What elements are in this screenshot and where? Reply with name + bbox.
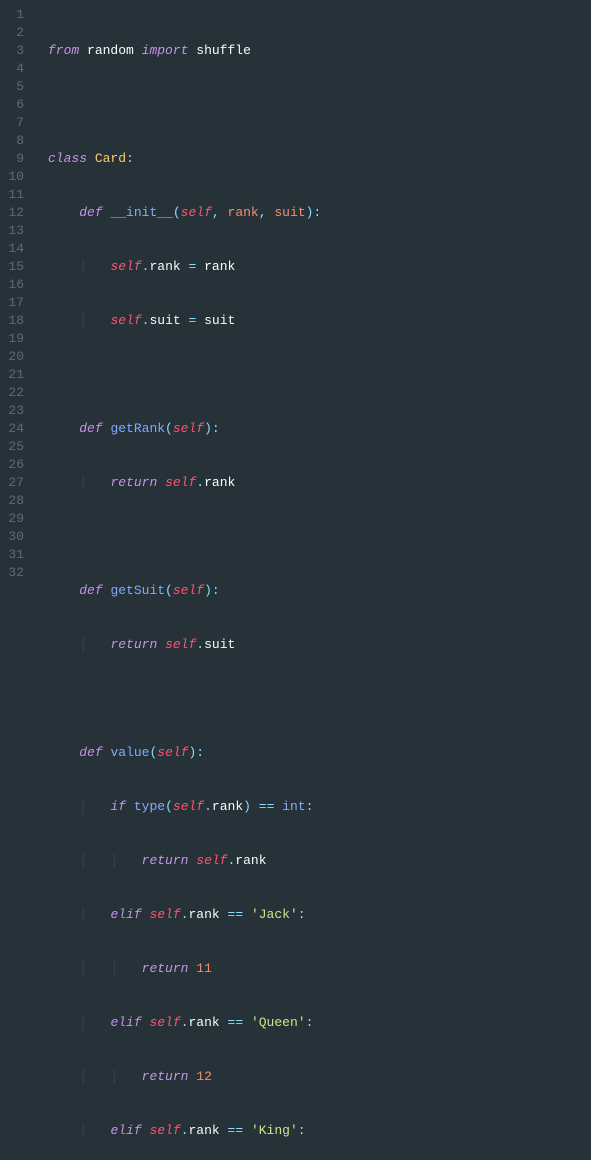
line-number: 31: [0, 546, 24, 564]
code-line: │ │ return self.rank: [48, 852, 591, 870]
line-number: 21: [0, 366, 24, 384]
line-number: 14: [0, 240, 24, 258]
line-number: 25: [0, 438, 24, 456]
line-number: 26: [0, 456, 24, 474]
line-number: 27: [0, 474, 24, 492]
line-number: 15: [0, 258, 24, 276]
code-line: def __init__(self, rank, suit):: [48, 204, 591, 222]
line-number: 10: [0, 168, 24, 186]
code-line: │ │ return 11: [48, 960, 591, 978]
line-number: 29: [0, 510, 24, 528]
code-line: │ elif self.rank == 'Jack':: [48, 906, 591, 924]
code-line: │ self.suit = suit: [48, 312, 591, 330]
line-number: 5: [0, 78, 24, 96]
code-line: │ return self.suit: [48, 636, 591, 654]
code-line: def value(self):: [48, 744, 591, 762]
code-line: [48, 528, 591, 546]
line-number: 4: [0, 60, 24, 78]
line-number: 6: [0, 96, 24, 114]
line-number: 17: [0, 294, 24, 312]
code-editor[interactable]: 1234567891011121314151617181920212223242…: [0, 0, 591, 580]
line-number: 13: [0, 222, 24, 240]
line-number: 18: [0, 312, 24, 330]
line-number: 2: [0, 24, 24, 42]
line-number: 8: [0, 132, 24, 150]
line-number: 11: [0, 186, 24, 204]
code-line: │ if type(self.rank) == int:: [48, 798, 591, 816]
code-line: [48, 366, 591, 384]
line-number: 28: [0, 492, 24, 510]
code-area[interactable]: from random import shuffle class Card: d…: [32, 0, 591, 580]
line-number: 24: [0, 420, 24, 438]
line-number: 7: [0, 114, 24, 132]
code-line: [48, 96, 591, 114]
code-line: class Card:: [48, 150, 591, 168]
line-number-gutter: 1234567891011121314151617181920212223242…: [0, 0, 32, 580]
code-line: │ self.rank = rank: [48, 258, 591, 276]
line-number: 16: [0, 276, 24, 294]
code-line: def getRank(self):: [48, 420, 591, 438]
line-number: 1: [0, 6, 24, 24]
code-line: │ return self.rank: [48, 474, 591, 492]
line-number: 30: [0, 528, 24, 546]
line-number: 23: [0, 402, 24, 420]
code-line: │ elif self.rank == 'Queen':: [48, 1014, 591, 1032]
line-number: 19: [0, 330, 24, 348]
line-number: 22: [0, 384, 24, 402]
code-line: from random import shuffle: [48, 42, 591, 60]
line-number: 32: [0, 564, 24, 582]
line-number: 12: [0, 204, 24, 222]
line-number: 9: [0, 150, 24, 168]
line-number: 3: [0, 42, 24, 60]
code-line: │ elif self.rank == 'King':: [48, 1122, 591, 1140]
code-line: [48, 690, 591, 708]
code-line: │ │ return 12: [48, 1068, 591, 1086]
code-line: def getSuit(self):: [48, 582, 591, 600]
line-number: 20: [0, 348, 24, 366]
